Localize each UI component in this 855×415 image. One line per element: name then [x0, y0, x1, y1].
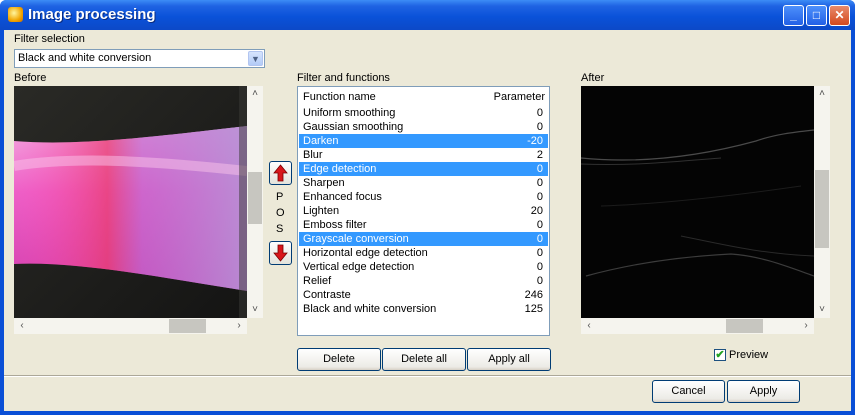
pos-letter-p: P — [276, 191, 284, 203]
dialog-body: Filter selection Black and white convers… — [4, 30, 851, 411]
list-item[interactable]: Blur 2 — [299, 148, 548, 162]
pos-letter-o: O — [276, 207, 285, 219]
function-parameter: 0 — [536, 177, 543, 189]
app-window: Image processing _ □ ✕ Filter selection … — [0, 0, 855, 415]
filter-functions-label: Filter and functions — [297, 72, 390, 84]
apply-all-button[interactable]: Apply all — [467, 348, 551, 371]
pos-letter-s: S — [276, 223, 284, 235]
function-name: Grayscale conversion — [303, 233, 409, 245]
chevron-down-icon[interactable]: ▼ — [248, 51, 263, 66]
function-name: Sharpen — [303, 177, 345, 189]
move-down-button[interactable] — [269, 241, 292, 265]
before-image — [14, 86, 247, 318]
filter-selection-dropdown[interactable]: Black and white conversion ▼ — [14, 49, 265, 68]
function-parameter: -20 — [527, 135, 543, 147]
function-name: Enhanced focus — [303, 191, 382, 203]
chevron-up-icon[interactable]: ˄ — [247, 86, 263, 102]
before-vertical-scrollbar[interactable]: ˄ ˅ — [247, 86, 263, 318]
after-hscroll-thumb[interactable] — [726, 319, 763, 333]
title-bar[interactable]: Image processing _ □ ✕ — [0, 0, 855, 30]
filter-function-list[interactable]: Function name Parameter Uniform smoothin… — [297, 86, 550, 336]
list-item[interactable]: Contraste 246 — [299, 288, 548, 302]
after-image — [581, 86, 814, 318]
column-parameter[interactable]: Parameter — [494, 91, 545, 103]
move-up-button[interactable] — [269, 161, 292, 185]
minimize-button[interactable]: _ — [783, 5, 804, 26]
after-vertical-scrollbar[interactable]: ˄ ˅ — [814, 86, 830, 318]
before-horizontal-scrollbar[interactable]: ‹ › — [14, 318, 247, 334]
chevron-down-icon[interactable]: ˅ — [814, 302, 830, 318]
preview-checkbox[interactable]: ✔ — [714, 349, 726, 361]
function-name: Contraste — [303, 289, 351, 301]
preview-label[interactable]: Preview — [729, 349, 768, 361]
function-name: Vertical edge detection — [303, 261, 415, 273]
function-name: Lighten — [303, 205, 340, 217]
function-name: Uniform smoothing — [303, 107, 396, 119]
function-parameter: 0 — [536, 107, 543, 119]
function-name: Gaussian smoothing — [303, 121, 404, 133]
after-vscroll-thumb[interactable] — [815, 170, 829, 248]
chevron-left-icon[interactable]: ‹ — [581, 318, 597, 334]
list-header: Function name Parameter — [299, 88, 548, 105]
function-parameter: 0 — [536, 247, 543, 259]
function-parameter: 125 — [524, 303, 543, 315]
list-item[interactable]: Darken -20 — [299, 134, 548, 148]
function-name: Relief — [303, 275, 332, 287]
list-item[interactable]: Relief 0 — [299, 274, 548, 288]
list-item[interactable]: Gaussian smoothing 0 — [299, 120, 548, 134]
before-label: Before — [14, 72, 47, 84]
maximize-button[interactable]: □ — [806, 5, 827, 26]
function-name: Blur — [303, 149, 323, 161]
chevron-right-icon[interactable]: › — [231, 318, 247, 334]
chevron-left-icon[interactable]: ‹ — [14, 318, 30, 334]
red-arrow-down-icon — [273, 244, 288, 262]
after-horizontal-scrollbar[interactable]: ‹ › — [581, 318, 814, 334]
list-item[interactable]: Black and white conversion 125 — [299, 302, 548, 316]
delete-all-button[interactable]: Delete all — [382, 348, 466, 371]
list-item[interactable]: Enhanced focus 0 — [299, 190, 548, 204]
chevron-down-icon[interactable]: ˅ — [247, 302, 263, 318]
after-label: After — [581, 72, 605, 84]
function-parameter: 0 — [536, 121, 543, 133]
function-parameter: 0 — [536, 163, 543, 175]
function-parameter: 20 — [530, 205, 543, 217]
function-parameter: 0 — [536, 233, 543, 245]
function-parameter: 246 — [524, 289, 543, 301]
function-parameter: 0 — [536, 191, 543, 203]
list-item[interactable]: Emboss filter 0 — [299, 218, 548, 232]
filter-selection-value: Black and white conversion — [18, 52, 152, 64]
chevron-right-icon[interactable]: › — [798, 318, 814, 334]
function-parameter: 0 — [536, 275, 543, 287]
list-item[interactable]: Lighten 20 — [299, 204, 548, 218]
close-button[interactable]: ✕ — [829, 5, 850, 26]
footer-separator — [4, 375, 851, 377]
filter-selection-label: Filter selection — [14, 33, 85, 45]
after-image-graphic — [581, 86, 814, 318]
apply-button[interactable]: Apply — [727, 380, 800, 403]
cancel-button[interactable]: Cancel — [652, 380, 725, 403]
before-vscroll-thumb[interactable] — [248, 172, 262, 224]
list-item[interactable]: Grayscale conversion 0 — [299, 232, 548, 246]
list-item[interactable]: Sharpen 0 — [299, 176, 548, 190]
function-name: Horizontal edge detection — [303, 247, 428, 259]
function-parameter: 0 — [536, 261, 543, 273]
before-image-graphic — [14, 86, 247, 318]
column-function-name[interactable]: Function name — [303, 91, 376, 103]
list-item[interactable]: Vertical edge detection 0 — [299, 260, 548, 274]
function-name: Black and white conversion — [303, 303, 437, 315]
chevron-up-icon[interactable]: ˄ — [814, 86, 830, 102]
red-arrow-up-icon — [273, 164, 288, 182]
function-name: Edge detection — [303, 163, 377, 175]
function-parameter: 0 — [536, 219, 543, 231]
function-name: Darken — [303, 135, 339, 147]
window-title: Image processing — [28, 6, 156, 23]
list-item[interactable]: Horizontal edge detection 0 — [299, 246, 548, 260]
list-item[interactable]: Edge detection 0 — [299, 162, 548, 176]
function-parameter: 2 — [536, 149, 543, 161]
function-name: Emboss filter — [303, 219, 367, 231]
list-item[interactable]: Uniform smoothing 0 — [299, 106, 548, 120]
sun-app-icon — [8, 7, 23, 22]
delete-button[interactable]: Delete — [297, 348, 381, 371]
before-hscroll-thumb[interactable] — [169, 319, 206, 333]
